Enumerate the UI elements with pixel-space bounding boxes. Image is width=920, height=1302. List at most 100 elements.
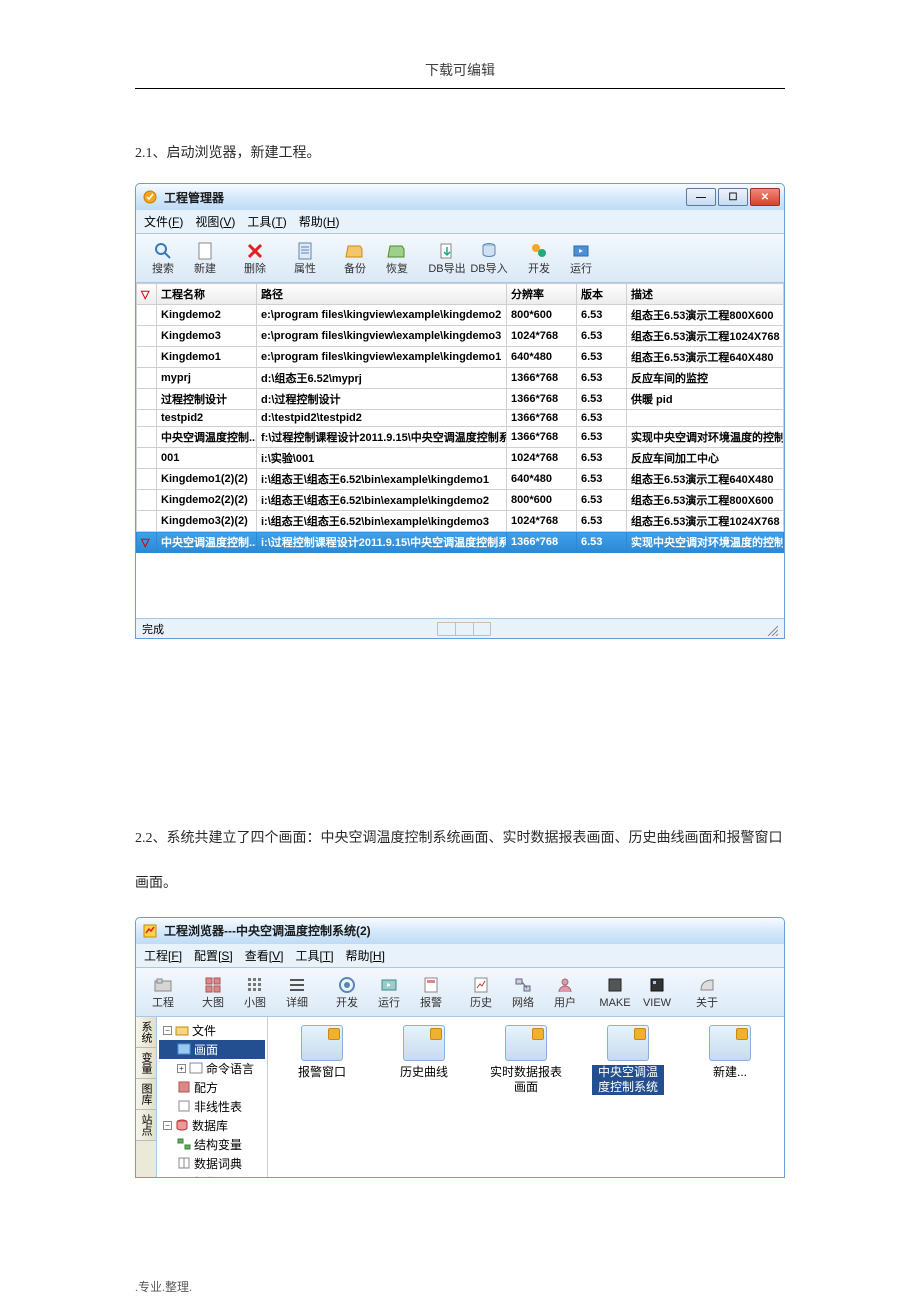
page-footer: .专业.整理. <box>135 1278 785 1295</box>
btool-small[interactable]: 小图 <box>236 972 274 1012</box>
table-header[interactable]: ▽ 工程名称 路径 分辨率 版本 描述 <box>137 284 784 305</box>
btool-proj[interactable]: 工程 <box>144 972 182 1012</box>
detail-icon <box>285 974 309 996</box>
project-manager-window: 工程管理器 — ☐ ✕ 文件(F) 视图(V) 工具(T) 帮助(H) 搜索 新… <box>135 183 785 639</box>
thumb-hvac-system[interactable]: 中央空调温度控制系统 <box>592 1025 664 1169</box>
tree-node-alarmgrp[interactable]: 报警组 <box>159 1173 265 1177</box>
resize-grip-icon[interactable] <box>764 622 778 636</box>
project-icon <box>151 974 175 996</box>
project-browser-window: 工程浏览器---中央空调温度控制系统(2) 工程[F] 配置[S] 查看[V] … <box>135 917 785 1178</box>
tool-new[interactable]: 新建 <box>186 238 224 278</box>
project-table[interactable]: ▽ 工程名称 路径 分辨率 版本 描述 Kingdemo2e:\program … <box>136 283 784 553</box>
table-row[interactable]: Kingdemo3e:\program files\kingview\examp… <box>137 326 784 347</box>
btool-big[interactable]: 大图 <box>194 972 232 1012</box>
run-icon <box>569 240 593 262</box>
thumbnail-icon <box>505 1025 547 1061</box>
run-icon <box>377 974 401 996</box>
folder-icon <box>175 1024 189 1036</box>
make-icon <box>603 974 627 996</box>
tool-restore[interactable]: 恢复 <box>378 238 416 278</box>
db-export-icon <box>435 240 459 262</box>
thumb-new[interactable]: 新建... <box>694 1025 766 1169</box>
table-row[interactable]: myprjd:\组态王6.52\myprj1366*7686.53反应车间的监控 <box>137 368 784 389</box>
collapse-icon[interactable]: − <box>163 1026 172 1035</box>
thumb-alarm-window[interactable]: 报警窗口 <box>286 1025 358 1169</box>
side-tabs: 系统 变量 图库 站点 <box>136 1017 157 1177</box>
tree-node-recipe[interactable]: 配方 <box>159 1078 265 1097</box>
about-icon <box>695 974 719 996</box>
tool-dbimport[interactable]: DB导入 <box>470 238 508 278</box>
tool-dev[interactable]: 开发 <box>520 238 558 278</box>
nonlinear-icon <box>177 1100 191 1112</box>
btool-alarm[interactable]: 报警 <box>412 972 450 1012</box>
app-icon <box>142 189 158 205</box>
side-tab-site[interactable]: 站点 <box>136 1110 156 1141</box>
btool-dev[interactable]: 开发 <box>328 972 366 1012</box>
btool-user[interactable]: 用户 <box>546 972 584 1012</box>
minimize-button[interactable]: — <box>686 188 716 206</box>
user-icon <box>553 974 577 996</box>
menu-file[interactable]: 文件(F) <box>144 213 183 230</box>
bmenu-proj[interactable]: 工程[F] <box>144 947 182 964</box>
menu-view[interactable]: 视图(V) <box>195 213 235 230</box>
table-row[interactable]: 过程控制设计d:\过程控制设计1366*7686.53供暖 pid <box>137 389 784 410</box>
tree-node-structvar[interactable]: 结构变量 <box>159 1135 265 1154</box>
expand-icon[interactable]: + <box>177 1064 186 1073</box>
bmenu-tool[interactable]: 工具[T] <box>295 947 333 964</box>
tree-node-screen[interactable]: 画面 <box>159 1040 265 1059</box>
browser-titlebar[interactable]: 工程浏览器---中央空调温度控制系统(2) <box>136 918 784 944</box>
bmenu-help[interactable]: 帮助[H] <box>346 947 385 964</box>
flag-header-icon: ▽ <box>141 289 149 301</box>
browser-menubar: 工程[F] 配置[S] 查看[V] 工具[T] 帮助[H] <box>136 944 784 968</box>
btool-about[interactable]: 关于 <box>688 972 726 1012</box>
tree-node-cmd[interactable]: +命令语言 <box>159 1059 265 1078</box>
table-row[interactable]: Kingdemo3(2)(2)i:\组态王\组态王6.52\bin\exampl… <box>137 511 784 532</box>
collapse-icon[interactable]: − <box>163 1121 172 1130</box>
tool-dbexport[interactable]: DB导出 <box>428 238 466 278</box>
nav-tree[interactable]: −文件 画面 +命令语言 配方 非线性表 −数据库 结构变量 数据词典 报警组 <box>157 1017 268 1177</box>
small-icons-icon <box>243 974 267 996</box>
tree-root-file[interactable]: −文件 <box>159 1021 265 1040</box>
close-button[interactable]: ✕ <box>750 188 780 206</box>
btool-detail[interactable]: 详细 <box>278 972 316 1012</box>
side-tab-var[interactable]: 变量 <box>136 1048 156 1079</box>
bmenu-view[interactable]: 查看[V] <box>245 947 284 964</box>
side-tab-graph[interactable]: 图库 <box>136 1079 156 1110</box>
tree-node-dict[interactable]: 数据词典 <box>159 1154 265 1173</box>
side-tab-system[interactable]: 系统 <box>136 1017 156 1048</box>
history-icon <box>469 974 493 996</box>
table-row[interactable]: Kingdemo1e:\program files\kingview\examp… <box>137 347 784 368</box>
tool-run[interactable]: 运行 <box>562 238 600 278</box>
thumb-history-curve[interactable]: 历史曲线 <box>388 1025 460 1169</box>
tree-root-db[interactable]: −数据库 <box>159 1116 265 1135</box>
btool-hist[interactable]: 历史 <box>462 972 500 1012</box>
thumb-realtime-report[interactable]: 实时数据报表画面 <box>490 1025 562 1169</box>
table-row[interactable]: Kingdemo2(2)(2)i:\组态王\组态王6.52\bin\exampl… <box>137 490 784 511</box>
tool-backup[interactable]: 备份 <box>336 238 374 278</box>
maximize-button[interactable]: ☐ <box>718 188 748 206</box>
btool-net[interactable]: 网络 <box>504 972 542 1012</box>
btool-run[interactable]: 运行 <box>370 972 408 1012</box>
tool-delete[interactable]: 删除 <box>236 238 274 278</box>
titlebar[interactable]: 工程管理器 — ☐ ✕ <box>136 184 784 210</box>
backup-icon <box>343 240 367 262</box>
tool-prop[interactable]: 属性 <box>286 238 324 278</box>
search-icon <box>151 240 175 262</box>
bmenu-config[interactable]: 配置[S] <box>194 947 233 964</box>
table-row[interactable]: 001i:\实验\0011024*7686.53反应车间加工中心 <box>137 448 784 469</box>
menu-help[interactable]: 帮助(H) <box>299 213 340 230</box>
table-row[interactable]: testpid2d:\testpid2\testpid21366*7686.53 <box>137 410 784 427</box>
cmd-icon <box>189 1062 203 1074</box>
table-row[interactable]: 中央空调温度控制...f:\过程控制课程设计2011.9.15\中央空调温度控制… <box>137 427 784 448</box>
btool-make[interactable]: MAKE <box>596 972 634 1012</box>
toolbar: 搜索 新建 删除 属性 备份 恢复 DB导出 DB导入 开发 运行 <box>136 234 784 283</box>
struct-icon <box>177 1138 191 1150</box>
table-row[interactable]: Kingdemo2e:\program files\kingview\examp… <box>137 305 784 326</box>
table-row[interactable]: Kingdemo1(2)(2)i:\组态王\组态王6.52\bin\exampl… <box>137 469 784 490</box>
alarm-icon <box>419 974 443 996</box>
tree-node-nonlinear[interactable]: 非线性表 <box>159 1097 265 1116</box>
menu-tool[interactable]: 工具(T) <box>247 213 286 230</box>
table-row[interactable]: ▽中央空调温度控制...i:\过程控制课程设计2011.9.15\中央空调温度控… <box>137 532 784 553</box>
tool-search[interactable]: 搜索 <box>144 238 182 278</box>
btool-view[interactable]: VIEW <box>638 972 676 1012</box>
